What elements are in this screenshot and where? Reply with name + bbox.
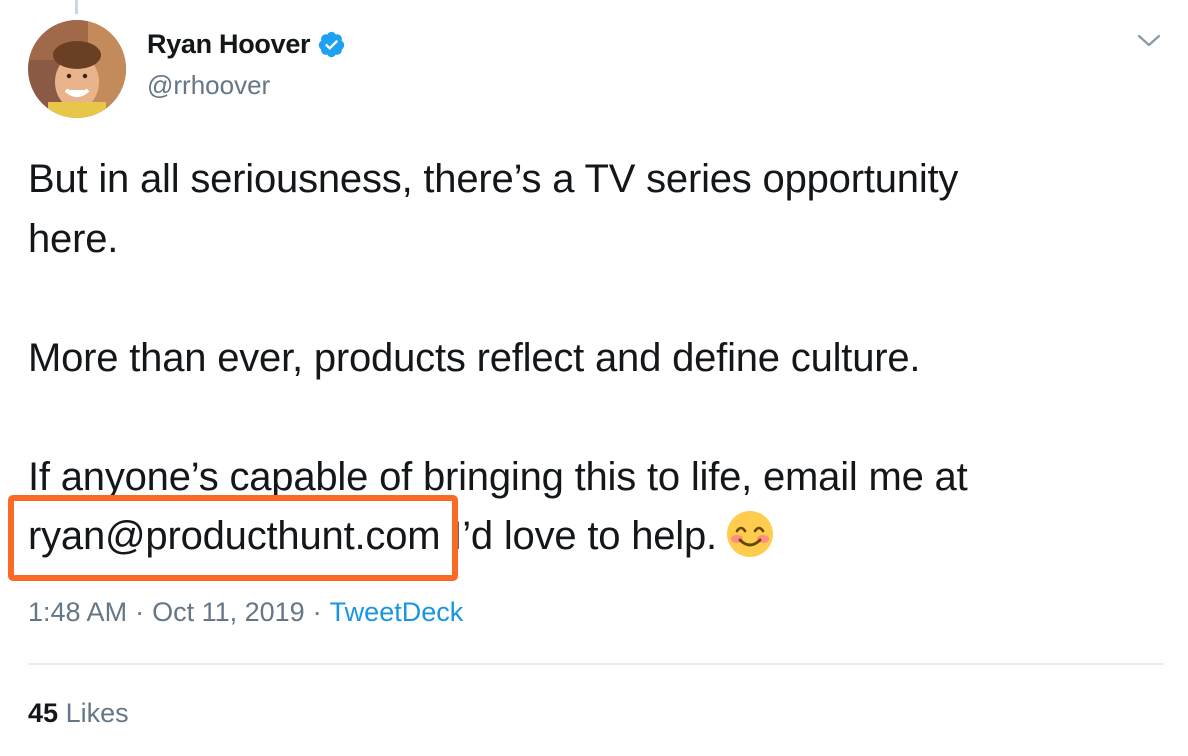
- email-link[interactable]: ryan@producthunt.com: [28, 514, 441, 558]
- divider: [28, 663, 1164, 665]
- meta-separator: ·: [312, 597, 322, 627]
- smiling-face-icon: [726, 511, 773, 557]
- author-handle[interactable]: @rrhoover: [147, 70, 270, 101]
- tweet-text-line: If anyone’s capable of bringing this to …: [28, 454, 968, 499]
- chevron-down-icon[interactable]: [1136, 30, 1162, 52]
- avatar[interactable]: [28, 20, 126, 118]
- tweet-card: Ryan Hoover @rrhoover But in all serious…: [0, 0, 1188, 756]
- meta-separator: ·: [135, 597, 145, 627]
- likes-stat[interactable]: 45 Likes: [28, 698, 129, 729]
- tweet-text-fragment: I’d love to help.: [440, 514, 717, 558]
- tweet-meta: 1:48 AM · Oct 11, 2019 · TweetDeck: [28, 597, 463, 628]
- likes-count: 45: [28, 698, 59, 728]
- display-name[interactable]: Ryan Hoover: [147, 29, 311, 60]
- tweet-text-line: More than ever, products reflect and def…: [28, 335, 921, 380]
- tweet-blank-line: [28, 388, 1168, 448]
- likes-label: Likes: [65, 698, 129, 728]
- tweet-body: But in all seriousness, there’s a TV ser…: [8, 150, 1168, 581]
- thread-connector-line: [75, 0, 78, 14]
- tweet-date[interactable]: Oct 11, 2019: [152, 597, 305, 628]
- tweet-text-line: But in all seriousness, there’s a TV ser…: [28, 157, 959, 201]
- verified-badge-icon: [319, 31, 345, 58]
- author-name-row[interactable]: Ryan Hoover: [147, 29, 346, 60]
- tweet-source-link[interactable]: TweetDeck: [330, 597, 464, 628]
- tweet-text-line: here.: [28, 216, 119, 261]
- tweet-text-line-email: ryan@producthunt.com I’d love to help.: [8, 495, 1168, 581]
- email-highlight: ryan@producthunt.com: [8, 495, 459, 581]
- tweet-time[interactable]: 1:48 AM: [28, 597, 127, 628]
- tweet-blank-line: [28, 269, 1168, 329]
- avatar-image: [28, 20, 126, 118]
